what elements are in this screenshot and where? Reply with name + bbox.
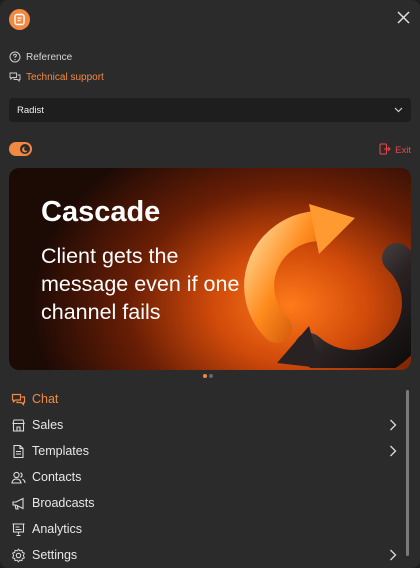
nav-item-label: Broadcasts [32, 496, 95, 510]
nav-item-templates[interactable]: Templates [11, 440, 401, 462]
nav-item-label: Analytics [32, 522, 83, 536]
promo-banner[interactable]: Cascade Client gets the message even if … [9, 168, 411, 370]
exit-button[interactable]: Exit [379, 143, 411, 158]
nav-item-sales[interactable]: Sales [11, 414, 401, 436]
chevron-right-icon [389, 419, 399, 431]
nav-item-contacts[interactable]: Contacts [11, 466, 401, 488]
logout-icon [379, 143, 391, 158]
carousel-dot[interactable] [203, 374, 207, 378]
document-icon [11, 444, 26, 459]
nav-scrollbar[interactable] [406, 390, 409, 556]
nav-item-broadcasts[interactable]: Broadcasts [11, 492, 401, 514]
side-panel: Reference Technical support Radist Exit … [0, 0, 420, 568]
nav-item-label: Settings [32, 548, 78, 562]
presentation-chart-icon [11, 522, 26, 537]
chevron-down-icon [394, 105, 403, 116]
nav-item-label: Chat [32, 392, 59, 406]
banner-subtitle: Client gets the message even if one chan… [41, 244, 240, 324]
chevron-right-icon [389, 445, 399, 457]
nav-item-settings[interactable]: Settings [11, 544, 401, 566]
reference-link[interactable]: Reference [9, 51, 72, 63]
help-circle-icon [9, 51, 21, 63]
chat-bubbles-icon [9, 71, 21, 83]
store-icon [11, 418, 26, 433]
users-icon [11, 470, 26, 485]
nav-item-label: Sales [32, 418, 64, 432]
nav-item-chat[interactable]: Chat [11, 388, 401, 410]
gear-icon [11, 547, 26, 563]
close-icon[interactable] [394, 8, 412, 26]
theme-toggle[interactable] [9, 142, 32, 156]
chevron-right-icon [389, 549, 399, 561]
technical-support-link[interactable]: Technical support [9, 71, 104, 83]
banner-title: Cascade [41, 196, 161, 228]
carousel-dots [203, 374, 213, 378]
exit-label: Exit [395, 145, 411, 156]
chat-icon [11, 392, 26, 407]
cycle-arrows-icon [244, 204, 411, 368]
main-nav: Chat Sales Templates Contacts Broadcasts… [0, 386, 420, 568]
app-logo-icon[interactable] [9, 9, 30, 30]
account-select-value: Radist [17, 104, 44, 116]
megaphone-icon [11, 496, 26, 511]
nav-item-analytics[interactable]: Analytics [11, 518, 401, 540]
reference-label: Reference [26, 51, 73, 63]
nav-item-label: Contacts [32, 470, 82, 484]
carousel-dot[interactable] [209, 374, 213, 378]
technical-support-label: Technical support [26, 71, 104, 83]
nav-item-label: Templates [32, 444, 89, 458]
moon-icon [20, 144, 30, 154]
account-select[interactable]: Radist [9, 98, 411, 122]
